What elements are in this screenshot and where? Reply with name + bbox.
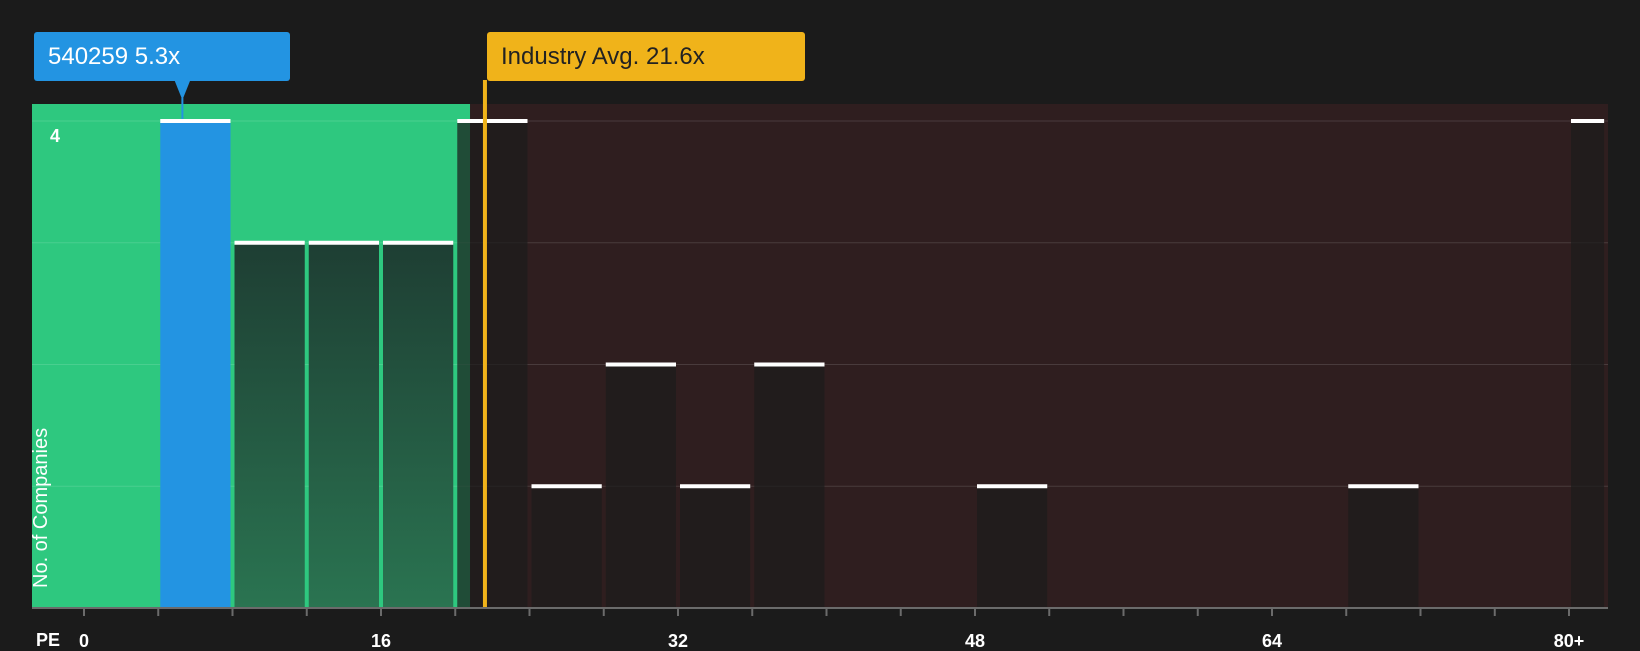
bar-cap	[754, 362, 825, 367]
histogram-bar	[383, 242, 454, 608]
histogram-bar	[977, 486, 1048, 608]
bar-cap	[457, 119, 528, 123]
histogram-bar	[680, 486, 751, 608]
x-tick-label: 0	[79, 631, 89, 650]
company-ticker: 540259	[48, 43, 129, 70]
histogram-bar	[531, 486, 602, 608]
x-tick-label: 64	[1262, 631, 1282, 650]
bar-cap	[531, 484, 602, 489]
bar-cap	[605, 362, 676, 367]
x-tick-label: 48	[965, 631, 985, 650]
bar-cap	[680, 484, 751, 489]
bar-cap	[977, 484, 1048, 489]
histogram-bar	[457, 121, 528, 608]
x-axis-label: PE	[36, 630, 61, 650]
histogram-bar	[754, 364, 825, 608]
company-pe-value: 5.3x	[134, 43, 181, 70]
company-pe-callout: 540259 5.3x	[34, 32, 290, 81]
industry-avg-line	[482, 80, 487, 608]
x-tick-label: 16	[371, 631, 391, 650]
industry-avg-value: 21.6x	[645, 43, 705, 70]
bar-cap	[1348, 484, 1419, 489]
bar-cap	[308, 240, 379, 245]
bar-cap	[234, 240, 305, 245]
industry-avg-label: Industry Avg.	[501, 43, 640, 70]
bar-cap	[160, 119, 231, 123]
y-axis-label: No. of Companies	[30, 427, 52, 588]
pe-distribution-chart: 0 16 32 48 64 80+	[32, 80, 1609, 650]
company-bin-bar	[160, 121, 231, 608]
y-tick-label: 4	[50, 126, 61, 146]
histogram-bar	[308, 242, 379, 608]
industry-avg-callout: Industry Avg. 21.6x	[487, 32, 805, 81]
bar-cap	[1571, 119, 1605, 123]
x-tick-label: 80+	[1554, 631, 1585, 650]
histogram-bar	[234, 242, 305, 608]
bar-cap	[383, 240, 454, 245]
histogram-bar	[1571, 121, 1605, 608]
company-pointer	[174, 80, 191, 100]
histogram-bar	[605, 364, 676, 608]
histogram-bar	[1348, 486, 1419, 608]
x-tick-label: 32	[668, 631, 688, 650]
